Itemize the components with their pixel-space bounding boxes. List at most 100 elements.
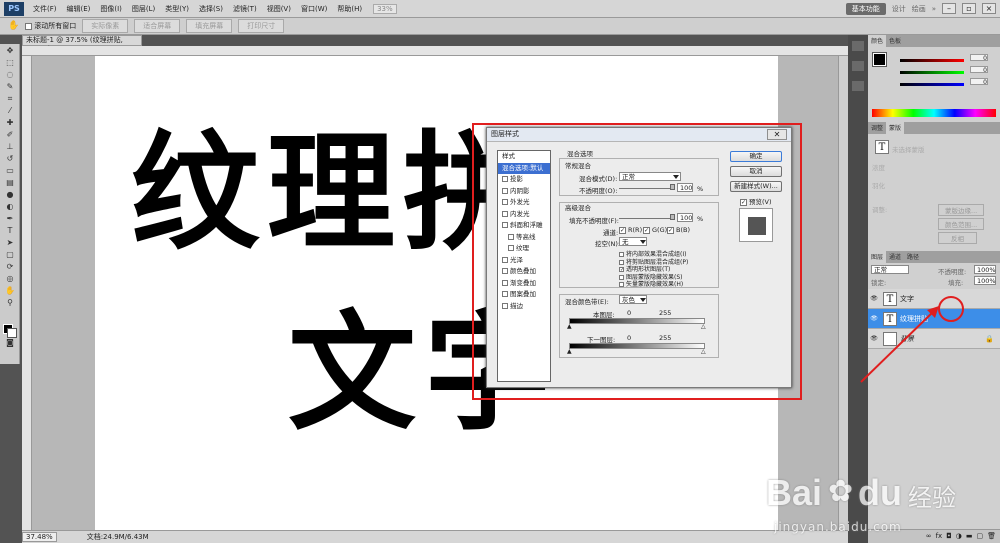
watermark-brand2: du xyxy=(858,472,902,513)
history-panel-icon[interactable] xyxy=(852,61,864,71)
fill-label: 填充: xyxy=(948,279,964,287)
close-icon[interactable]: × xyxy=(982,3,996,14)
move-tool-icon[interactable]: ✥ xyxy=(4,46,16,56)
vertical-ruler xyxy=(22,56,32,530)
workspace-painting[interactable]: 绘画 xyxy=(912,4,926,14)
zoom-dropdown[interactable]: 33% xyxy=(373,3,397,14)
menu-bar: PS 文件(F) 编辑(E) 图像(I) 图层(L) 类型(Y) 选择(S) 滤… xyxy=(0,0,1000,18)
new-group-icon[interactable]: ▬ xyxy=(966,530,973,543)
dodge-tool-icon[interactable]: ◐ xyxy=(4,202,16,212)
scroll-all-checkbox[interactable] xyxy=(25,22,33,30)
fit-screen-button[interactable]: 适合屏幕 xyxy=(134,19,181,33)
panel-icon-strip xyxy=(848,35,868,543)
type-tool-icon[interactable]: T xyxy=(4,226,16,236)
workspace-more[interactable]: » xyxy=(932,5,936,13)
tab-channels[interactable]: 通道 xyxy=(886,251,904,263)
red-slider[interactable] xyxy=(900,59,964,62)
workspace-switcher: 基本功能 设计 绘画 » – ▫ × xyxy=(845,2,1000,15)
density-label: 浓度 xyxy=(872,164,885,172)
document-info[interactable]: 文档:24.9M/6.43M xyxy=(87,532,149,542)
eraser-tool-icon[interactable]: ▭ xyxy=(4,166,16,176)
stamp-tool-icon[interactable]: ⊥ xyxy=(4,142,16,152)
color-spectrum[interactable] xyxy=(872,109,996,117)
menu-image[interactable]: 图像(I) xyxy=(95,4,127,14)
tab-masks[interactable]: 蒙版 xyxy=(886,122,905,134)
panel-collapse-icon[interactable] xyxy=(852,41,864,51)
color-panel-tabs: 颜色 色板 xyxy=(868,35,1000,47)
lock-label: 锁定: xyxy=(871,279,887,287)
watermark-url: jingyan.baidu.com xyxy=(774,520,902,534)
tab-adjustments[interactable]: 调整 xyxy=(868,122,886,134)
annotation-arrow xyxy=(860,306,939,383)
menu-select[interactable]: 选择(S) xyxy=(194,4,228,14)
healing-tool-icon[interactable]: ✚ xyxy=(4,118,16,128)
eyedropper-tool-icon[interactable]: ⁄ xyxy=(4,106,16,116)
watermark-cn: 经验 xyxy=(908,484,956,512)
actions-panel-icon[interactable] xyxy=(852,81,864,91)
menu-layer[interactable]: 图层(L) xyxy=(127,4,160,14)
tab-layers[interactable]: 图层 xyxy=(868,251,887,263)
menu-help[interactable]: 帮助(H) xyxy=(332,4,367,14)
minimize-icon[interactable]: – xyxy=(942,3,956,14)
blue-value[interactable]: 0 xyxy=(970,78,988,86)
background-color-swatch[interactable] xyxy=(7,328,17,338)
menu-edit[interactable]: 编辑(E) xyxy=(62,4,96,14)
print-size-button[interactable]: 打印尺寸 xyxy=(238,19,285,33)
mask-type-icon: T xyxy=(875,140,889,154)
lasso-tool-icon[interactable]: ◌ xyxy=(4,70,16,80)
invert-button[interactable]: 反相 xyxy=(938,232,977,244)
zoom-level[interactable]: 37.48% xyxy=(22,532,57,542)
menu-view[interactable]: 视图(V) xyxy=(262,4,296,14)
crop-tool-icon[interactable]: ⌗ xyxy=(4,94,16,104)
color-fg-swatch[interactable] xyxy=(872,52,887,67)
menu-file[interactable]: 文件(F) xyxy=(28,4,62,14)
3d-rotate-tool-icon[interactable]: ⟳ xyxy=(4,262,16,272)
tab-paths[interactable]: 路径 xyxy=(904,251,922,263)
delete-layer-icon[interactable]: 🗑 xyxy=(987,530,996,543)
color-range-button[interactable]: 颜色范围... xyxy=(938,218,985,230)
zoom-tool-icon[interactable]: ⚲ xyxy=(4,298,16,308)
tab-color[interactable]: 颜色 xyxy=(868,35,887,47)
photoshop-logo: PS xyxy=(4,1,24,16)
layer-fill-value[interactable]: 100% xyxy=(974,276,996,285)
workspace-design[interactable]: 设计 xyxy=(892,4,906,14)
mask-edge-button[interactable]: 蒙版边缘... xyxy=(938,204,985,216)
tab-swatches[interactable]: 色板 xyxy=(886,35,904,47)
green-slider[interactable] xyxy=(900,71,964,74)
new-layer-icon[interactable]: ▢ xyxy=(976,530,983,543)
fill-screen-button[interactable]: 填充屏幕 xyxy=(186,19,233,33)
scroll-all-windows[interactable]: 滚动所有窗口 xyxy=(25,21,76,31)
path-select-tool-icon[interactable]: ➤ xyxy=(4,238,16,248)
blur-tool-icon[interactable]: ● xyxy=(4,190,16,200)
hand-tool-icon: ✋ xyxy=(8,21,20,31)
vertical-scrollbar[interactable] xyxy=(838,56,848,530)
blue-slider[interactable] xyxy=(900,83,964,86)
quick-mask-icon[interactable]: ◙ xyxy=(4,338,16,348)
refine-label: 调整: xyxy=(872,206,888,214)
color-panel: 0 0 0 xyxy=(868,47,1000,122)
baidu-watermark: Bai ✿ du 经验 jingyan.baidu.com xyxy=(760,470,960,540)
menu-type[interactable]: 类型(Y) xyxy=(160,4,194,14)
green-value[interactable]: 0 xyxy=(970,66,988,74)
layer-opacity-value[interactable]: 100% xyxy=(974,265,996,274)
history-brush-icon[interactable]: ↺ xyxy=(4,154,16,164)
gradient-tool-icon[interactable]: ▤ xyxy=(4,178,16,188)
feather-label: 羽化 xyxy=(872,182,885,190)
shape-tool-icon[interactable]: ▢ xyxy=(4,250,16,260)
document-tab[interactable]: 未标题-1 @ 37.5% (纹理拼贴, RGB/8) * xyxy=(22,35,142,53)
marquee-tool-icon[interactable]: ⬚ xyxy=(4,58,16,68)
menu-window[interactable]: 窗口(W) xyxy=(296,4,332,14)
red-value[interactable]: 0 xyxy=(970,54,988,62)
3d-orbit-tool-icon[interactable]: ◎ xyxy=(4,274,16,284)
actual-pixels-button[interactable]: 实际像素 xyxy=(82,19,129,33)
status-bar: 37.48% 文档:24.9M/6.43M xyxy=(22,530,848,543)
pen-tool-icon[interactable]: ✒ xyxy=(4,214,16,224)
quick-select-tool-icon[interactable]: ✎ xyxy=(4,82,16,92)
layer-blend-mode[interactable]: 正常 xyxy=(871,265,909,274)
hand-tool-icon[interactable]: ✋ xyxy=(4,286,16,296)
menu-filter[interactable]: 滤镜(T) xyxy=(228,4,262,14)
restore-icon[interactable]: ▫ xyxy=(962,3,976,14)
masks-title: 未选择蒙版 xyxy=(892,146,925,154)
workspace-essentials[interactable]: 基本功能 xyxy=(845,2,886,15)
brush-tool-icon[interactable]: ✐ xyxy=(4,130,16,140)
